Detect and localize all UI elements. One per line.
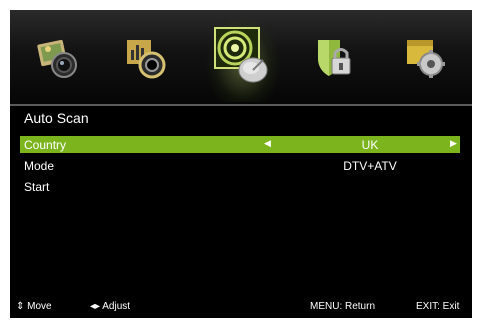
tv-osd-screen: Auto Scan Country ◀ UK ▶ Mode DTV+ATV St… [10,10,472,318]
start-row[interactable]: Start [20,178,460,195]
country-value: UK [361,138,379,152]
mode-label: Mode [24,159,55,173]
sound-icon[interactable] [124,36,168,80]
menu-return-hint: MENU: Return [310,301,376,312]
lock-icon[interactable] [312,36,356,80]
hint-bar: ⇕ Move ◂▸ Adjust MENU: Return EXIT: Exit [10,294,472,318]
menu-icon-bar [10,10,472,106]
setup-icon[interactable] [403,36,447,80]
adjust-hint: ◂▸ Adjust [90,301,131,312]
country-row[interactable]: Country ◀ UK ▶ [20,136,460,153]
auto-scan-panel: Auto Scan Country ◀ UK ▶ Mode DTV+ATV St… [10,106,472,294]
channel-icon[interactable] [211,24,275,88]
picture-icon[interactable] [36,36,80,80]
right-arrow-icon[interactable]: ▶ [450,138,457,149]
mode-value: DTV+ATV [343,159,397,173]
country-label: Country [24,138,67,152]
exit-hint: EXIT: Exit [416,301,460,312]
move-hint: ⇕ Move [16,301,52,312]
start-label: Start [24,180,50,194]
left-arrow-icon[interactable]: ◀ [264,138,271,149]
mode-row[interactable]: Mode DTV+ATV [20,157,460,174]
page-title: Auto Scan [24,110,89,126]
